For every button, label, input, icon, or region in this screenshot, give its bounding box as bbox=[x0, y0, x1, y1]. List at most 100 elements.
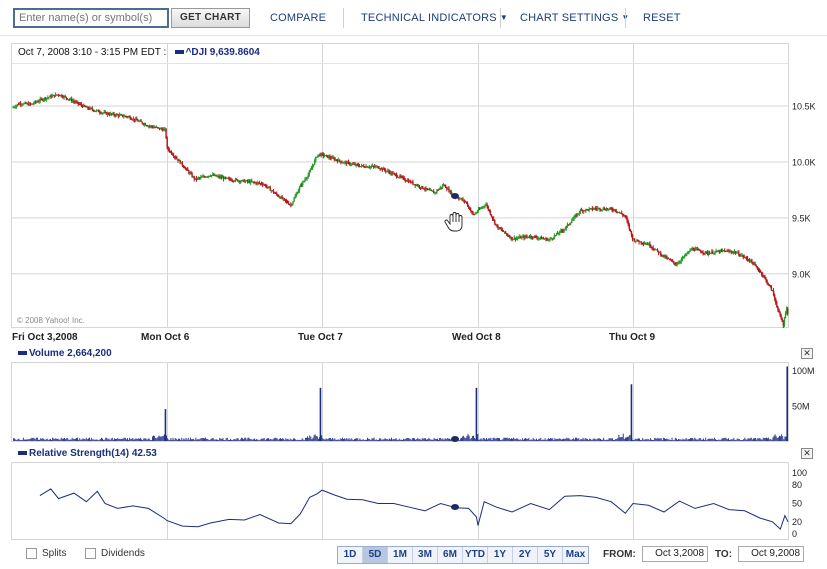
price-tick-label: 9.0K bbox=[792, 269, 811, 279]
price-candle-body bbox=[568, 223, 571, 225]
price-candle-body bbox=[490, 214, 493, 217]
price-candle-body bbox=[772, 290, 775, 295]
price-candle-body bbox=[779, 312, 781, 316]
price-candle-body bbox=[188, 170, 190, 174]
price-candle-body bbox=[304, 179, 306, 182]
price-candle-body bbox=[558, 233, 560, 235]
price-candle-body bbox=[107, 113, 110, 115]
range-button-ytd[interactable]: YTD bbox=[463, 547, 488, 563]
price-candle-body bbox=[635, 241, 637, 243]
price-candle-body bbox=[141, 121, 143, 124]
price-candle-body bbox=[295, 193, 297, 197]
price-candle-body bbox=[42, 99, 45, 101]
dividends-checkbox[interactable] bbox=[85, 548, 96, 559]
price-candle-body bbox=[308, 172, 310, 175]
price-candle-body bbox=[92, 109, 95, 111]
price-candle-body bbox=[629, 228, 632, 232]
price-candle-body bbox=[316, 156, 318, 158]
price-tick-label: 10.5K bbox=[792, 102, 816, 112]
price-candle-body bbox=[688, 251, 690, 253]
range-button-5d[interactable]: 5D bbox=[363, 547, 388, 563]
price-candle-body bbox=[486, 204, 488, 207]
price-candle-body bbox=[622, 214, 624, 216]
price-candle-body bbox=[418, 185, 421, 188]
price-candle-body bbox=[435, 192, 437, 194]
price-candle-body bbox=[470, 209, 472, 212]
price-candle-body bbox=[640, 241, 642, 244]
price-candle-body bbox=[463, 199, 465, 202]
price-candle-body bbox=[577, 213, 579, 215]
volume-tick-label: 50M bbox=[792, 402, 810, 412]
price-candle-body bbox=[552, 238, 555, 240]
price-candle-body bbox=[769, 285, 772, 287]
price-candle-body bbox=[283, 198, 286, 200]
price-candle-body bbox=[412, 181, 414, 185]
price-candle-body bbox=[80, 104, 83, 106]
range-button-3m[interactable]: 3M bbox=[413, 547, 438, 563]
price-candle-body bbox=[780, 315, 782, 319]
price-candle-body bbox=[767, 283, 769, 285]
range-button-1m[interactable]: 1M bbox=[388, 547, 413, 563]
range-button-2y[interactable]: 2Y bbox=[513, 547, 538, 563]
rsi-marker bbox=[451, 504, 459, 510]
price-candle-body bbox=[762, 274, 764, 276]
crosshair-marker bbox=[451, 193, 459, 199]
price-candle-body bbox=[637, 239, 639, 242]
price-candle-body bbox=[276, 193, 278, 195]
price-candle-body bbox=[569, 222, 572, 224]
price-candle-body bbox=[438, 188, 440, 191]
price-candle-body bbox=[398, 177, 400, 179]
symbol-value: 9,639.8604 bbox=[209, 47, 260, 58]
price-candle-body bbox=[61, 95, 63, 97]
splits-label: Splits bbox=[42, 548, 67, 559]
price-candle-body bbox=[714, 251, 716, 254]
to-label: TO: bbox=[715, 549, 733, 560]
range-button-max[interactable]: Max bbox=[563, 547, 588, 563]
price-candle-body bbox=[182, 165, 185, 168]
close-volume-button[interactable]: ✕ bbox=[801, 348, 813, 359]
price-candle-body bbox=[535, 236, 537, 238]
price-candle-body bbox=[272, 190, 275, 193]
price-candle-body bbox=[517, 237, 520, 239]
price-candle-body bbox=[310, 168, 313, 171]
stock-chart[interactable]: 9.0K 9.5K 10.0K 10.5K © 2008 Yahoo! Inc. Fr… bbox=[0, 0, 827, 541]
range-button-6m[interactable]: 6M bbox=[438, 547, 463, 563]
price-candle-body bbox=[388, 170, 390, 173]
price-candle-body bbox=[170, 151, 173, 154]
price-candle-body bbox=[294, 196, 296, 199]
price-tick-label: 10.0K bbox=[792, 157, 816, 167]
price-candle-body bbox=[680, 259, 683, 262]
price-candle-body bbox=[233, 180, 236, 182]
price-candle-body bbox=[168, 149, 171, 152]
price-candle-body bbox=[572, 219, 574, 221]
price-candle-body bbox=[478, 209, 481, 211]
rsi-panel-frame bbox=[11, 462, 789, 540]
range-button-1y[interactable]: 1Y bbox=[488, 547, 513, 563]
price-candle-body bbox=[676, 264, 678, 266]
price-candle-body bbox=[571, 220, 573, 223]
price-candle-body bbox=[626, 217, 628, 222]
range-button-5y[interactable]: 5Y bbox=[538, 547, 563, 563]
price-candle-body bbox=[775, 298, 777, 304]
price-candle-body bbox=[538, 237, 540, 239]
to-date-input[interactable]: Oct 9,2008 bbox=[738, 546, 804, 562]
x-tick-label: Thu Oct 9 bbox=[609, 332, 656, 343]
price-candle-body bbox=[690, 249, 692, 251]
close-rsi-button[interactable]: ✕ bbox=[801, 448, 813, 459]
symbol-label: ^DJI bbox=[185, 47, 207, 58]
from-date-input[interactable]: Oct 3,2008 bbox=[642, 546, 708, 562]
price-candle-body bbox=[742, 255, 744, 258]
range-button-1d[interactable]: 1D bbox=[338, 547, 363, 563]
splits-checkbox[interactable] bbox=[26, 548, 37, 559]
price-candle-body bbox=[309, 170, 312, 173]
price-candle-body bbox=[599, 208, 601, 210]
price-candle-body bbox=[507, 234, 509, 236]
price-candle-body bbox=[165, 128, 167, 138]
price-candle-body bbox=[440, 187, 443, 189]
price-candle-body bbox=[167, 147, 169, 150]
price-candle-body bbox=[492, 218, 495, 220]
price-candle-body bbox=[499, 227, 501, 229]
price-candle-body bbox=[383, 168, 386, 171]
price-candle-body bbox=[487, 206, 489, 210]
x-tick-label: Tue Oct 7 bbox=[298, 332, 343, 343]
